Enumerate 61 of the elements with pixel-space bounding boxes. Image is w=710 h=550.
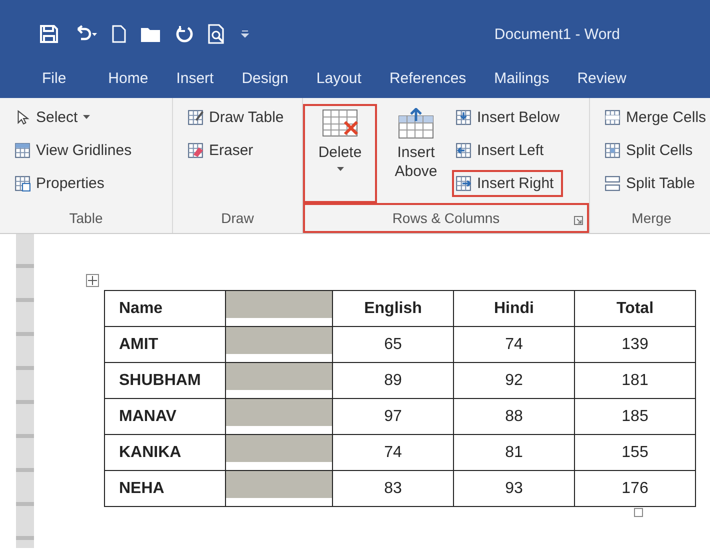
table-cell: SHUBHAM: [104, 362, 226, 398]
group-label: Draw: [220, 209, 255, 228]
column-header: Total: [574, 290, 696, 326]
print-preview-icon[interactable]: [208, 24, 226, 44]
ribbon-button[interactable]: Split Table: [601, 170, 710, 197]
table-cell: KANIKA: [104, 434, 226, 470]
table-cell: 181: [574, 362, 696, 398]
group-label: Table: [68, 209, 104, 228]
column-header: Name: [104, 290, 226, 326]
table-cell: 81: [454, 434, 574, 470]
table-cell: 139: [574, 326, 696, 362]
table-cell: 74: [454, 326, 574, 362]
table-cell: 93: [454, 470, 574, 506]
table-cell: 74: [332, 434, 454, 470]
table-resize-handle-icon[interactable]: [634, 508, 643, 517]
group-label: Merge: [630, 209, 672, 228]
customize-caret-icon[interactable]: [240, 29, 250, 39]
table-cell: 88: [454, 398, 574, 434]
table-cell: AMIT: [104, 326, 226, 362]
ribbon-tab[interactable]: Design: [228, 70, 302, 86]
column-header: Hindi: [454, 290, 574, 326]
caret-icon: [336, 166, 344, 172]
ribbon-tab[interactable]: Mailings: [480, 70, 564, 86]
table-cell: 185: [574, 398, 696, 434]
dialog-launcher-icon[interactable]: [574, 216, 583, 225]
ribbon-button[interactable]: View Gridlines: [11, 137, 135, 164]
folder-icon[interactable]: [140, 25, 162, 43]
ribbon-tab[interactable]: File: [28, 70, 94, 86]
ribbon-tab[interactable]: Layout: [302, 70, 376, 86]
caret-icon: [82, 115, 90, 120]
ribbon-button[interactable]: Eraser: [184, 137, 287, 164]
table-cell: 155: [574, 434, 696, 470]
table-cell: 89: [332, 362, 454, 398]
ribbon-button[interactable]: Insert Below: [452, 104, 563, 131]
ribbon-tab[interactable]: References: [375, 70, 480, 86]
table-cell: 83: [332, 470, 454, 506]
save-icon[interactable]: [40, 25, 58, 43]
ribbon-tab[interactable]: Insert: [162, 70, 228, 86]
new-document-icon[interactable]: [112, 25, 126, 43]
refresh-icon[interactable]: [176, 25, 194, 43]
window-title: Document1 - Word: [494, 26, 620, 42]
ribbon-button[interactable]: Insert Above: [379, 104, 453, 203]
table-move-handle-icon[interactable]: [86, 274, 99, 287]
ribbon-button[interactable]: Insert Right: [452, 170, 563, 197]
ribbon-button[interactable]: Delete: [303, 104, 377, 203]
ribbon-button[interactable]: Select: [11, 104, 135, 131]
table-cell: MANAV: [104, 398, 226, 434]
ribbon-button[interactable]: Merge Cells: [601, 104, 710, 131]
ribbon-button[interactable]: Insert Left: [452, 137, 563, 164]
table-cell: 176: [574, 470, 696, 506]
ribbon-button[interactable]: Properties: [11, 170, 135, 197]
table-cell: 97: [332, 398, 454, 434]
ribbon-button[interactable]: Draw Table: [184, 104, 287, 131]
ribbon-button[interactable]: Split Cells: [601, 137, 710, 164]
table-cell: NEHA: [104, 470, 226, 506]
table-cell: 92: [454, 362, 574, 398]
ribbon-tab[interactable]: Review: [563, 70, 640, 86]
group-label: Rows & Columns: [303, 203, 589, 233]
ribbon-tab[interactable]: Home: [94, 70, 162, 86]
table-cell: 65: [332, 326, 454, 362]
column-header: English: [332, 290, 454, 326]
